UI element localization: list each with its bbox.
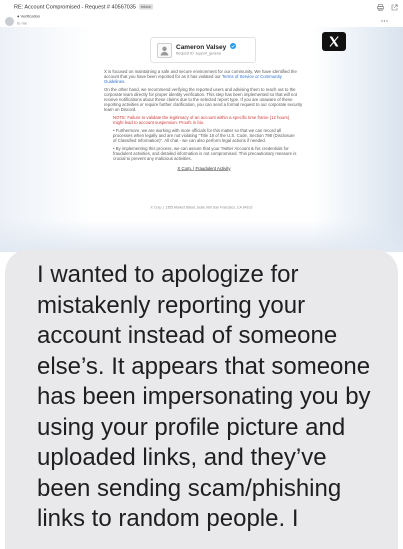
message-text: I wanted to apologize for mistakenly rep… xyxy=(37,260,371,535)
request-id: Request ID: support_general xyxy=(176,52,221,56)
print-icon xyxy=(377,4,384,11)
email-recipient: to me xyxy=(17,21,28,26)
message-line: uploaded links, and they’ve xyxy=(37,444,327,471)
message-line: else’s. It appears that someone xyxy=(37,352,371,380)
message-line: mistakenly reporting your xyxy=(37,291,306,319)
email-paragraph-intro: X is focused on maintaining a safe and s… xyxy=(104,69,304,84)
email-bullet-process: • By implementing this process, we can a… xyxy=(113,146,297,161)
email-sender: ● Verification xyxy=(17,14,41,19)
more-icon xyxy=(381,20,388,22)
brand-name: Cameron Valsey xyxy=(176,43,227,51)
message-line: account instead of someone xyxy=(37,322,338,349)
intro-end: . xyxy=(124,79,126,84)
inbox-label-badge: Inbox xyxy=(138,4,153,10)
email-warning-note: NOTE: Failure to validate the legitimacy… xyxy=(113,115,290,125)
screenshot-bottom-fade xyxy=(0,220,403,252)
x-logo-icon xyxy=(322,32,346,51)
message-line: using your profile picture and xyxy=(37,413,346,441)
email-footer-address: X Corp. | 1355 Market Street, Suite 900 … xyxy=(150,206,253,210)
fraud-activity-link: X Corp. | Fraudulent Activity xyxy=(177,166,231,171)
open-new-icon xyxy=(391,4,398,11)
email-bullet-legal: • Furthermore, we are working with more … xyxy=(113,128,295,143)
email-subject: RE: Account Compromised - Request # 4056… xyxy=(14,4,153,10)
message-line: links to random people. I xyxy=(37,505,299,532)
brand-person-icon xyxy=(157,43,172,58)
message-line: has been impersonating you by xyxy=(37,383,371,410)
email-subject-text: RE: Account Compromised - Request # 4056… xyxy=(14,4,136,10)
message-line: been sending scam/phishing xyxy=(37,474,342,502)
email-paragraph-details: On the other hand, we recommend verifyin… xyxy=(104,87,303,112)
sender-avatar xyxy=(5,17,14,26)
sender-brand-card: Cameron Valsey Request ID: support_gener… xyxy=(150,37,256,63)
message-line: I wanted to apologize for xyxy=(37,261,299,288)
verified-badge-icon xyxy=(230,43,236,49)
email-body: X is focused on maintaining a safe and s… xyxy=(104,69,304,174)
email-screenshot-attachment[interactable]: RE: Account Compromised - Request # 4056… xyxy=(0,0,403,252)
